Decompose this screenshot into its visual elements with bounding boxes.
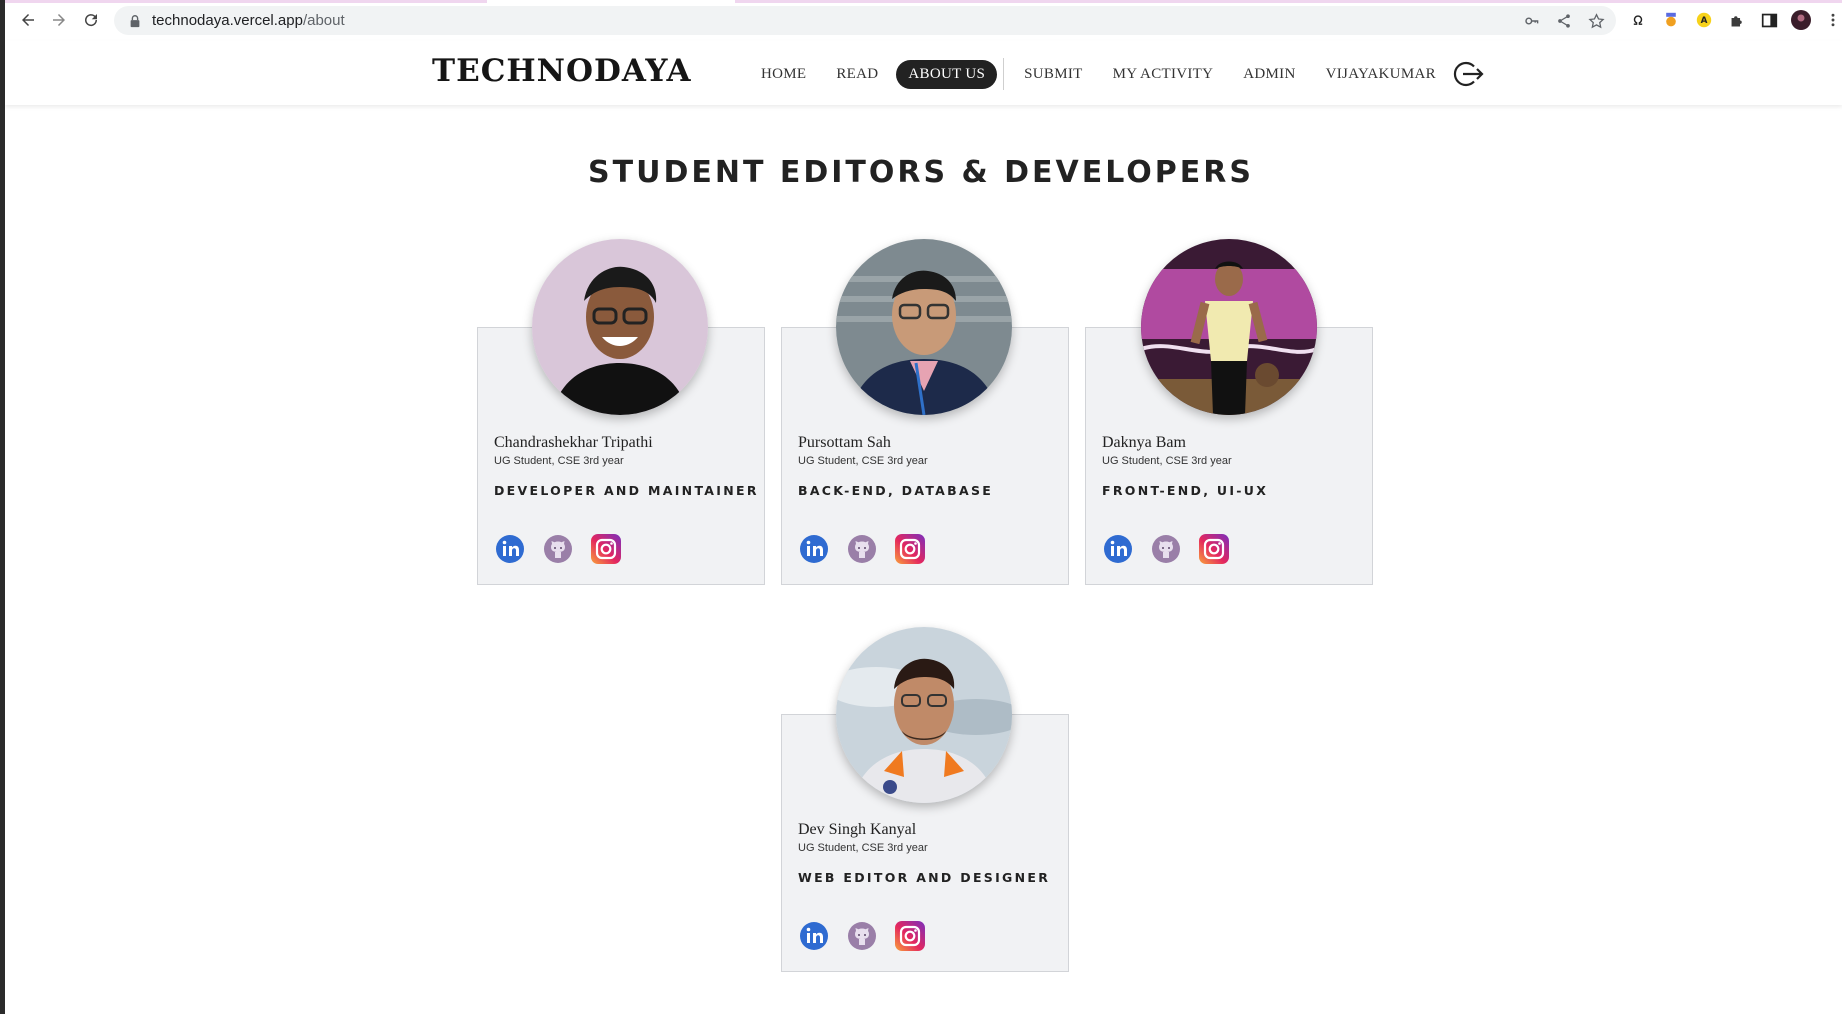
linkedin-icon[interactable] bbox=[494, 533, 526, 565]
member-role: UG Student, CSE 3rd year bbox=[798, 455, 928, 467]
extension-a-icon[interactable]: A bbox=[1694, 10, 1714, 30]
url-host: technodaya.vercel.app bbox=[152, 12, 303, 29]
member-photo bbox=[836, 239, 1012, 415]
member-name: Daknya Bam bbox=[1102, 434, 1186, 451]
browser-menu-icon[interactable] bbox=[1823, 10, 1842, 30]
linkedin-icon[interactable] bbox=[798, 920, 830, 952]
main-nav: HOME READ ABOUT US SUBMIT MY ACTIVITY AD… bbox=[749, 58, 1484, 90]
nav-user[interactable]: VIJAYAKUMAR bbox=[1314, 60, 1448, 89]
nav-home[interactable]: HOME bbox=[749, 60, 818, 89]
arrow-right-icon bbox=[53, 14, 65, 26]
instagram-icon[interactable] bbox=[590, 533, 622, 565]
nav-my-activity[interactable]: MY ACTIVITY bbox=[1101, 60, 1226, 89]
address-bar[interactable]: technodaya.vercel.app/about bbox=[114, 6, 1616, 35]
share-icon[interactable] bbox=[1554, 11, 1574, 31]
extension-omega-icon[interactable] bbox=[1628, 10, 1648, 30]
profile-avatar[interactable] bbox=[1791, 10, 1811, 30]
arrow-left-icon bbox=[22, 14, 34, 26]
url-path: /about bbox=[302, 12, 345, 29]
member-photo bbox=[532, 239, 708, 415]
linkedin-icon[interactable] bbox=[798, 533, 830, 565]
linkedin-icon[interactable] bbox=[1102, 533, 1134, 565]
svg-text:A: A bbox=[1701, 16, 1708, 26]
back-button[interactable] bbox=[17, 9, 39, 31]
member-name: Chandrashekhar Tripathi bbox=[494, 434, 653, 451]
nav-divider bbox=[1003, 58, 1005, 90]
site-header: TECHNODAYA HOME READ ABOUT US SUBMIT MY … bbox=[5, 41, 1842, 105]
instagram-icon[interactable] bbox=[894, 920, 926, 952]
key-icon[interactable] bbox=[1522, 11, 1542, 31]
social-links bbox=[494, 533, 622, 565]
member-specialty: BACK-END, DATABASE bbox=[798, 483, 994, 498]
browser-toolbar: technodaya.vercel.app/about A bbox=[5, 0, 1842, 42]
nav-about-us[interactable]: ABOUT US bbox=[896, 59, 998, 89]
lock-icon bbox=[130, 14, 140, 27]
reload-button[interactable] bbox=[80, 9, 102, 31]
member-photo bbox=[836, 627, 1012, 803]
instagram-icon[interactable] bbox=[894, 533, 926, 565]
social-links bbox=[798, 920, 926, 952]
extensions-puzzle-icon[interactable] bbox=[1727, 10, 1747, 30]
member-name: Dev Singh Kanyal bbox=[798, 821, 917, 838]
reload-icon bbox=[85, 14, 98, 27]
member-role: UG Student, CSE 3rd year bbox=[798, 842, 928, 854]
instagram-icon[interactable] bbox=[1198, 533, 1230, 565]
member-photo bbox=[1141, 239, 1317, 415]
tab-strip-accent bbox=[735, 0, 1842, 3]
tab-strip-accent bbox=[5, 0, 487, 3]
github-icon[interactable] bbox=[846, 533, 878, 565]
logout-icon[interactable] bbox=[1452, 58, 1484, 90]
member-specialty: DEVELOPER AND MAINTAINER bbox=[494, 483, 759, 498]
social-links bbox=[1102, 533, 1230, 565]
social-links bbox=[798, 533, 926, 565]
window-edge bbox=[0, 0, 5, 1014]
side-panel-icon[interactable] bbox=[1759, 10, 1779, 30]
github-icon[interactable] bbox=[542, 533, 574, 565]
bookmark-star-icon[interactable] bbox=[1586, 11, 1606, 31]
github-icon[interactable] bbox=[1150, 533, 1182, 565]
member-name: Pursottam Sah bbox=[798, 434, 891, 451]
forward-button[interactable] bbox=[48, 9, 70, 31]
member-specialty: WEB EDITOR AND DESIGNER bbox=[798, 870, 1051, 885]
nav-admin[interactable]: ADMIN bbox=[1231, 60, 1307, 89]
member-role: UG Student, CSE 3rd year bbox=[1102, 455, 1232, 467]
extension-badge-icon[interactable] bbox=[1661, 10, 1681, 30]
member-specialty: FRONT-END, UI-UX bbox=[1102, 483, 1269, 498]
page-heading: STUDENT EDITORS & DEVELOPERS bbox=[588, 155, 1254, 190]
nav-submit[interactable]: SUBMIT bbox=[1012, 60, 1094, 89]
site-logo[interactable]: TECHNODAYA bbox=[432, 53, 692, 89]
github-icon[interactable] bbox=[846, 920, 878, 952]
member-role: UG Student, CSE 3rd year bbox=[494, 455, 624, 467]
nav-read[interactable]: READ bbox=[824, 60, 890, 89]
